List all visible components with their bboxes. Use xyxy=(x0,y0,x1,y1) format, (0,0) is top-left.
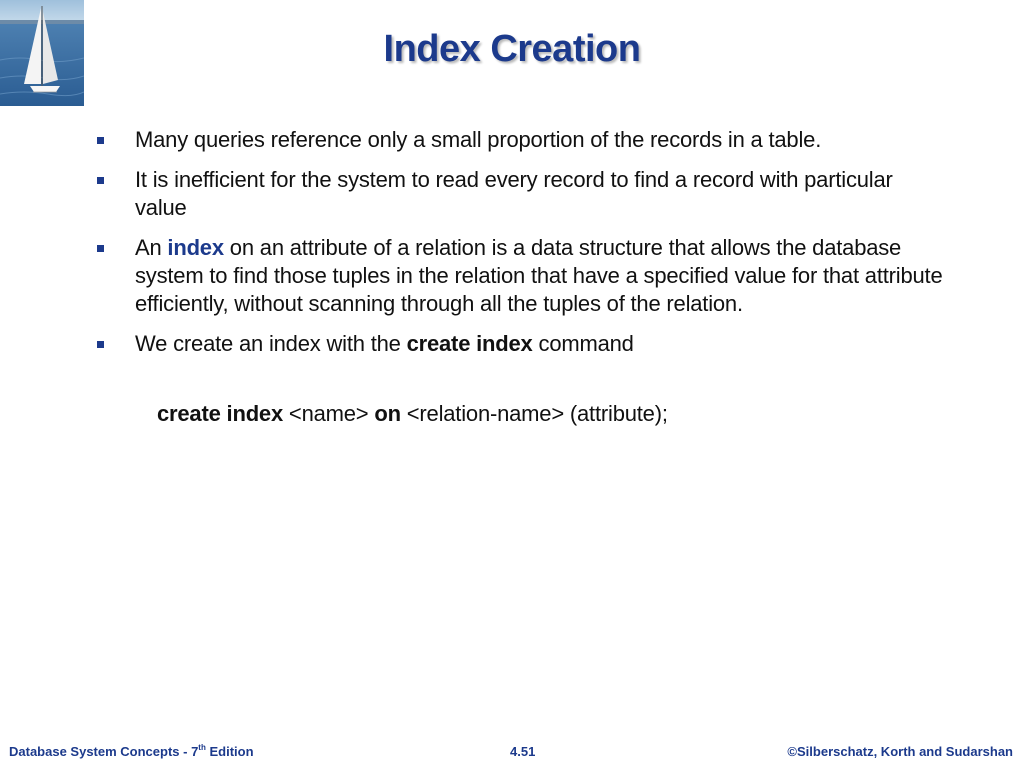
footer-edition-superscript: th xyxy=(198,743,206,752)
bullet-item: It is inefficient for the system to read… xyxy=(96,166,946,222)
square-bullet-shape xyxy=(97,137,104,144)
bullet-text-post: command xyxy=(532,331,634,356)
square-bullet-icon xyxy=(97,245,104,252)
syntax-keyword-create-index: create index xyxy=(157,401,284,426)
syntax-relation-attribute: <relation-name> (attribute); xyxy=(400,401,668,426)
slide-footer: Database System Concepts - 7th Edition 4… xyxy=(0,743,1024,764)
bullet-text-post: on an attribute of a relation is a data … xyxy=(135,235,943,316)
square-bullet-shape xyxy=(97,341,104,348)
index-keyword: index xyxy=(167,235,224,260)
footer-copyright: ©Silberschatz, Korth and Sudarshan xyxy=(787,744,1013,759)
footer-book-title: Database System Concepts - 7th Edition xyxy=(9,743,254,759)
square-bullet-icon xyxy=(97,177,104,184)
bullet-text-pre: An xyxy=(135,235,168,260)
syntax-keyword-on: on xyxy=(374,401,401,426)
bullet-text: It is inefficient for the system to read… xyxy=(135,167,893,220)
bullet-item: We create an index with the create index… xyxy=(96,330,946,358)
footer-edition-text: Edition xyxy=(205,744,254,759)
square-bullet-icon xyxy=(97,137,104,144)
bullet-list: Many queries reference only a small prop… xyxy=(96,126,946,370)
bullet-item: Many queries reference only a small prop… xyxy=(96,126,946,154)
create-index-syntax: create index <name> on <relation-name> (… xyxy=(157,400,668,428)
footer-book-title-text: Database System Concepts - 7 xyxy=(9,744,199,759)
bullet-item: An index on an attribute of a relation i… xyxy=(96,234,946,318)
footer-page-number: 4.51 xyxy=(510,744,536,759)
create-index-keyword: create index xyxy=(406,331,533,356)
slide-title: Index Creation xyxy=(383,28,641,70)
square-bullet-icon xyxy=(97,341,104,348)
bullet-text: Many queries reference only a small prop… xyxy=(135,127,822,152)
square-bullet-shape xyxy=(97,177,104,184)
syntax-name-placeholder: <name> xyxy=(283,401,375,426)
square-bullet-shape xyxy=(97,245,104,252)
bullet-text-pre: We create an index with the xyxy=(135,331,407,356)
